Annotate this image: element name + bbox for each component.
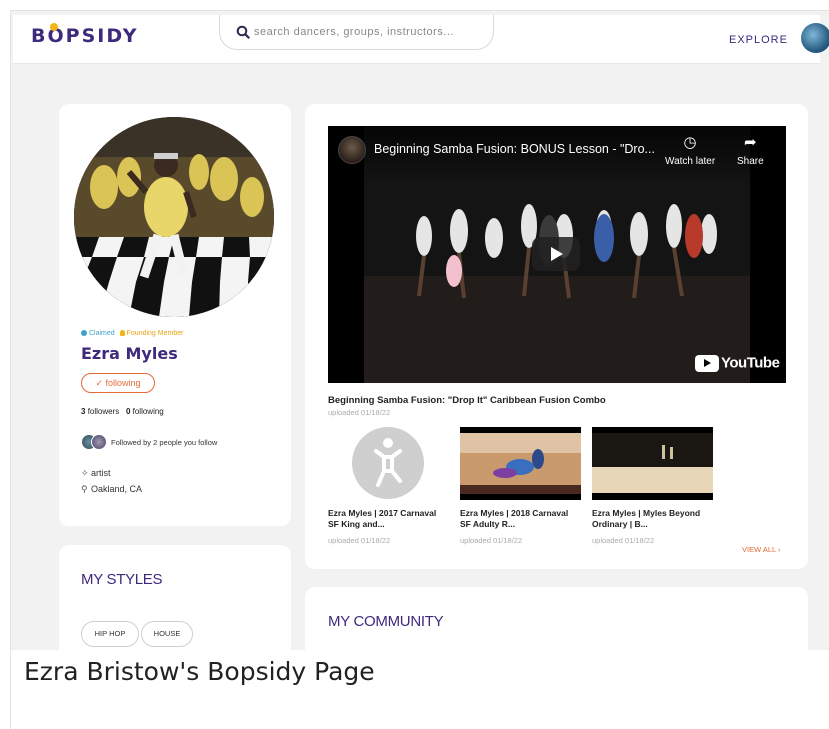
share-button[interactable]: ➦ Share: [737, 134, 764, 167]
youtube-logo[interactable]: YouTube: [695, 354, 780, 372]
watch-later-button[interactable]: ◷ Watch later: [665, 134, 715, 167]
thumbnail-date: uploaded 01/18/22: [328, 536, 391, 545]
user-avatar[interactable]: [801, 23, 829, 53]
thumbnail-image: [460, 427, 581, 500]
follow-counts: 3 followers 0 following: [81, 407, 164, 416]
page-frame: BOPSIDY EXPLORE: [0, 0, 829, 729]
followed-by-text: Followed by 2 people you follow: [111, 437, 218, 447]
profile-name: Ezra Myles: [81, 344, 178, 363]
screenshot-area: BOPSIDY EXPLORE: [10, 10, 829, 650]
followed-by[interactable]: Followed by 2 people you follow: [81, 434, 217, 450]
video-thumbnail[interactable]: [328, 427, 449, 500]
thumbnail-title[interactable]: Ezra Myles | 2017 Carnaval SF King and...: [328, 508, 456, 530]
following-label[interactable]: following: [133, 407, 164, 416]
video-thumbnail[interactable]: [460, 427, 581, 500]
thumbnail-title[interactable]: Ezra Myles | 2018 Carnaval SF Adulty R...: [460, 508, 588, 530]
thumbnail-date: uploaded 01/18/22: [592, 536, 655, 545]
badge-founding-member: Founding Member: [126, 330, 184, 337]
profile-role: artist: [91, 468, 111, 478]
explore-link[interactable]: EXPLORE: [729, 34, 788, 46]
followers-count[interactable]: 3: [81, 407, 85, 416]
share-label: Share: [737, 156, 764, 167]
profile-card: Claimed Founding Member Ezra Myles ✓ fol…: [59, 104, 291, 526]
style-chip-house[interactable]: HOUSE: [141, 621, 193, 647]
channel-avatar[interactable]: [338, 136, 366, 164]
video-title[interactable]: Beginning Samba Fusion: BONUS Lesson - "…: [374, 142, 655, 156]
main-video-caption[interactable]: Beginning Samba Fusion: "Drop It" Caribb…: [328, 395, 606, 406]
video-card: Beginning Samba Fusion: BONUS Lesson - "…: [305, 104, 808, 569]
profile-photo-image: [74, 117, 274, 317]
video-thumbnail[interactable]: [592, 427, 713, 500]
youtube-play-icon: [695, 354, 719, 372]
main-video-date: uploaded 01/18/22: [328, 408, 391, 417]
styles-title: MY STYLES: [81, 571, 163, 588]
community-title: MY COMMUNITY: [328, 613, 444, 630]
thumbnail-image: [592, 427, 713, 500]
profile-badges: Claimed Founding Member: [81, 330, 183, 337]
placeholder-dancer-icon: [328, 427, 449, 500]
thumbnail-date: uploaded 01/18/22: [460, 536, 523, 545]
following-count[interactable]: 0: [126, 407, 130, 416]
badge-claimed: Claimed: [89, 330, 115, 337]
styles-card: MY STYLES HIP HOP HOUSE: [59, 545, 291, 650]
thumbnail-title[interactable]: Ezra Myles | Myles Beyond Ordinary | B...: [592, 508, 720, 530]
profile-location: Oakland, CA: [91, 484, 143, 494]
location-row: ⚲ Oakland, CA: [81, 484, 142, 495]
view-all-link[interactable]: VIEW ALL ›: [742, 545, 781, 554]
watch-later-label: Watch later: [665, 156, 716, 167]
mutual-follower-avatar: [91, 434, 107, 450]
search-icon: [236, 25, 250, 39]
search-bar[interactable]: [219, 15, 494, 50]
play-icon[interactable]: [532, 237, 580, 271]
style-chip-hip-hop[interactable]: HIP HOP: [81, 621, 139, 647]
followers-label[interactable]: followers: [88, 407, 120, 416]
search-input[interactable]: [254, 23, 484, 41]
founding-member-icon: [119, 330, 125, 337]
divider: [10, 650, 11, 729]
top-navigation-bar: BOPSIDY EXPLORE: [13, 15, 829, 64]
community-card: MY COMMUNITY: [305, 587, 808, 650]
person-icon: ✧: [81, 468, 89, 478]
role-row: ✧ artist: [81, 468, 111, 479]
video-overlay: [328, 126, 786, 186]
bopsidy-logo[interactable]: BO PSIDY: [31, 23, 138, 47]
youtube-video-player[interactable]: Beginning Samba Fusion: BONUS Lesson - "…: [328, 126, 786, 383]
claimed-icon: [81, 330, 87, 337]
following-button[interactable]: ✓ following: [81, 373, 155, 393]
location-pin-icon: ⚲: [81, 484, 88, 494]
page-caption: Ezra Bristow's Bopsidy Page: [24, 657, 375, 686]
share-icon: ➦: [744, 134, 757, 151]
watch-later-icon: ◷: [683, 134, 697, 151]
profile-photo: [74, 117, 274, 317]
